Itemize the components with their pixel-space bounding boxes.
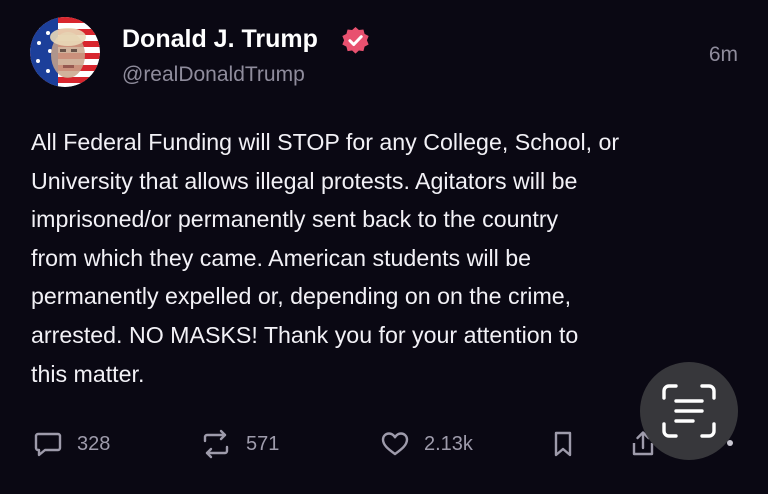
like-button[interactable]: 2.13k [380,429,473,459]
bookmark-button[interactable] [551,429,575,459]
repost-button[interactable]: 571 [200,429,279,459]
verified-badge-icon [342,26,369,54]
like-count: 2.13k [424,432,473,455]
avatar-image [30,17,100,87]
avatar[interactable] [30,17,100,87]
repost-arrows-icon [203,429,229,459]
author-display-name[interactable]: Donald J. Trump [122,25,318,54]
speech-bubble-icon [34,432,62,457]
post-text: All Federal Funding will STOP for any Co… [31,129,620,387]
reply-count: 328 [77,432,111,455]
text-scan-icon [662,384,716,438]
more-dot-icon [727,440,733,446]
repost-count: 571 [246,432,280,455]
post-timestamp: 6m [708,43,738,66]
bookmark-icon [554,431,572,457]
reply-button[interactable]: 328 [33,429,110,459]
heart-icon [381,432,409,456]
text-scan-button[interactable] [640,362,738,460]
author-handle[interactable]: @realDonaldTrump [122,63,305,87]
post-card: Donald J. Trump @realDonaldTrump 6m All … [0,0,768,494]
